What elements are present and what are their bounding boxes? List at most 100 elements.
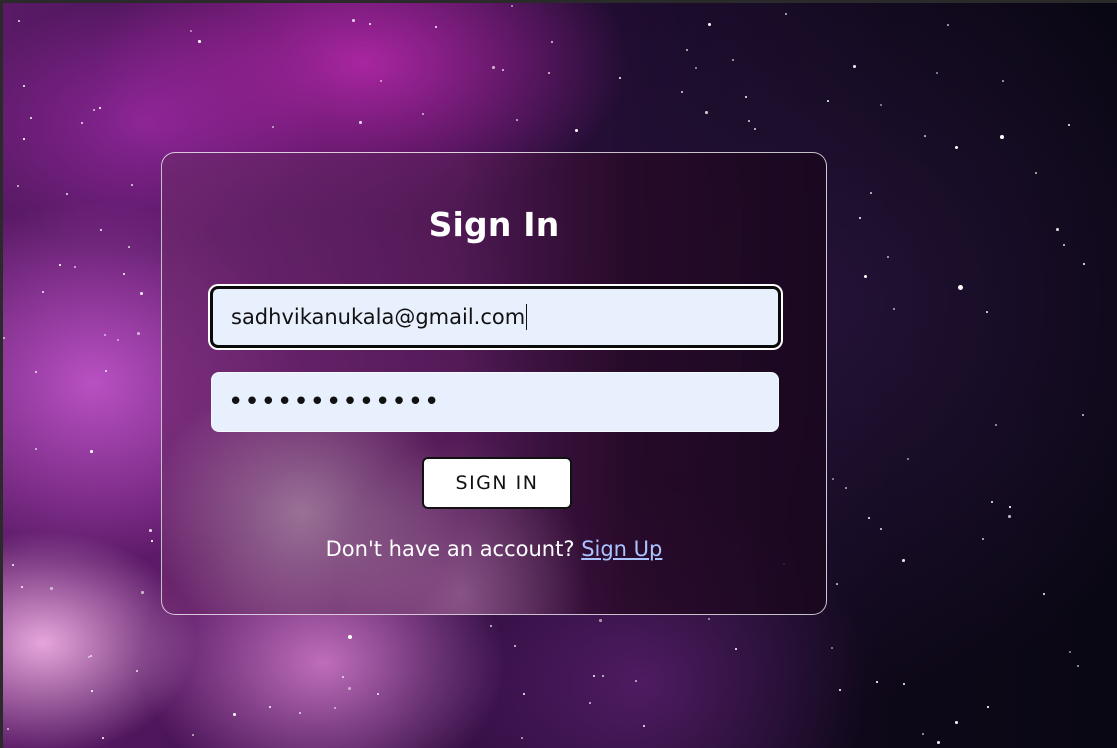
star <box>902 559 905 562</box>
star <box>708 23 711 26</box>
star <box>490 625 492 627</box>
star <box>1043 593 1045 595</box>
star <box>1002 80 1004 82</box>
star <box>435 26 437 28</box>
star <box>748 120 750 122</box>
star <box>91 690 93 692</box>
star <box>511 5 513 7</box>
star <box>686 49 688 51</box>
password-field[interactable]: ••••••••••••• <box>211 372 779 432</box>
star <box>870 192 872 194</box>
star <box>42 291 44 293</box>
star <box>299 712 301 714</box>
star <box>947 24 949 26</box>
star <box>859 217 861 219</box>
star <box>1008 515 1011 518</box>
star <box>551 41 553 43</box>
star <box>342 676 344 678</box>
star <box>903 683 905 685</box>
star <box>937 741 940 744</box>
sign-in-card: Sign In sadhvikanukala@gmail.com •••••••… <box>161 152 827 615</box>
star <box>269 706 271 708</box>
star <box>502 69 504 71</box>
star <box>137 332 140 335</box>
star <box>140 292 143 295</box>
star <box>705 111 708 114</box>
star <box>141 591 144 594</box>
text-caret <box>526 304 528 330</box>
star <box>272 126 274 128</box>
star <box>827 100 829 102</box>
star <box>88 656 90 658</box>
star <box>35 448 37 450</box>
star <box>1083 263 1085 265</box>
star <box>958 285 963 290</box>
star <box>936 72 938 74</box>
star <box>380 80 382 82</box>
star <box>853 65 856 68</box>
star <box>864 275 867 278</box>
star <box>745 96 747 98</box>
star <box>575 129 578 132</box>
star <box>523 693 525 695</box>
app-window: Sign In sadhvikanukala@gmail.com •••••••… <box>0 0 1117 748</box>
star <box>831 647 833 649</box>
page-title: Sign In <box>428 205 560 244</box>
star <box>955 146 958 149</box>
star <box>66 193 68 195</box>
star <box>839 689 841 691</box>
star <box>893 308 895 310</box>
star <box>369 23 371 25</box>
star <box>348 635 352 639</box>
star <box>7 728 9 730</box>
star <box>334 707 336 709</box>
star <box>233 713 236 716</box>
star <box>602 675 604 677</box>
star <box>348 687 351 690</box>
star <box>192 734 194 736</box>
star <box>1082 414 1084 416</box>
star <box>991 501 993 503</box>
star <box>643 725 645 727</box>
star <box>1009 506 1011 508</box>
star <box>754 128 756 130</box>
star <box>1056 228 1059 231</box>
star <box>845 487 847 489</box>
star <box>695 67 697 69</box>
star <box>151 540 153 542</box>
star <box>887 256 889 258</box>
star <box>1000 135 1004 139</box>
star <box>35 371 37 373</box>
star <box>492 66 495 69</box>
star <box>90 655 92 657</box>
sign-in-button[interactable]: SIGN IN <box>422 457 572 509</box>
star <box>128 246 130 248</box>
star <box>74 266 76 268</box>
star <box>50 587 53 590</box>
star <box>1068 124 1070 126</box>
star <box>81 122 83 124</box>
star <box>735 648 737 650</box>
star <box>1077 665 1079 667</box>
star <box>593 675 595 677</box>
star <box>117 339 119 341</box>
star <box>1035 172 1037 174</box>
email-field[interactable]: sadhvikanukala@gmail.com <box>210 286 781 348</box>
star <box>136 670 138 672</box>
star <box>785 13 787 15</box>
star <box>635 680 637 682</box>
sign-up-link[interactable]: Sign Up <box>581 537 662 561</box>
star <box>1063 244 1065 246</box>
star <box>708 618 710 620</box>
star <box>18 20 20 22</box>
star <box>836 583 838 585</box>
star <box>876 681 878 683</box>
star <box>104 334 106 336</box>
star <box>105 370 107 372</box>
star <box>3 337 5 339</box>
star <box>832 478 834 480</box>
star <box>924 135 926 137</box>
email-value: sadhvikanukala@gmail.com <box>231 305 526 329</box>
star <box>599 619 602 622</box>
star <box>17 185 19 187</box>
